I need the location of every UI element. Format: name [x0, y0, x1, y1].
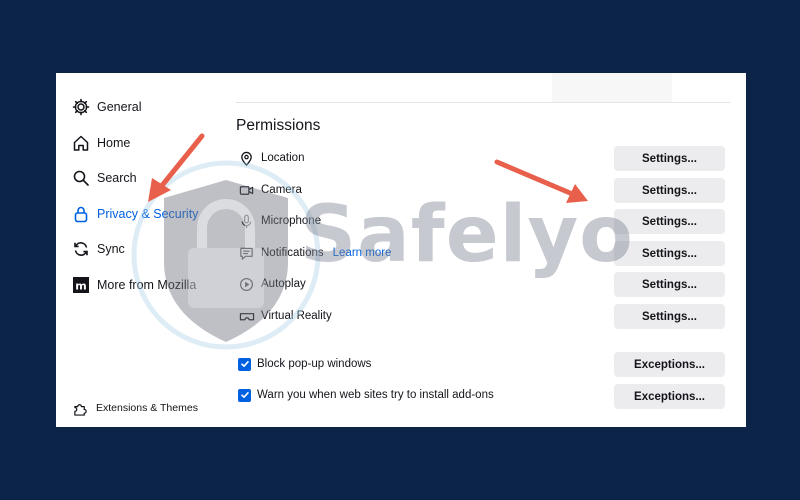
sidebar-item-label: Search — [97, 171, 137, 185]
permission-label: Microphone — [261, 215, 322, 227]
notifications-settings-button[interactable]: Settings... — [614, 241, 725, 266]
sidebar-item-privacy-security[interactable]: Privacy & Security — [71, 202, 198, 226]
location-icon — [238, 150, 255, 167]
checkmark-icon — [240, 361, 249, 367]
learn-more-link[interactable]: Learn more — [333, 247, 392, 259]
permission-row-camera: Camera — [238, 179, 302, 201]
microphone-settings-button[interactable]: Settings... — [614, 209, 725, 234]
lock-icon — [71, 204, 91, 224]
block-popups-checkbox[interactable] — [238, 357, 251, 371]
permission-row-location: Location — [238, 147, 304, 169]
sidebar-item-label: General — [97, 100, 142, 114]
search-icon — [71, 168, 91, 188]
search-preferences-box[interactable] — [552, 73, 672, 103]
virtual-reality-settings-button[interactable]: Settings... — [614, 304, 725, 329]
extensions-themes-link[interactable]: Extensions & Themes — [73, 398, 198, 418]
puzzle-icon — [73, 400, 89, 416]
permission-label: Location — [261, 152, 305, 164]
permission-row-notifications: Notifications Learn more — [238, 242, 391, 264]
sidebar-item-label: Privacy & Security — [97, 207, 199, 221]
permission-row-virtual-reality: Virtual Reality — [238, 305, 332, 327]
permission-label: Camera — [261, 184, 302, 196]
autoplay-settings-button[interactable]: Settings... — [614, 272, 725, 297]
checkmark-icon — [240, 392, 249, 398]
sidebar-item-label: Sync — [97, 242, 125, 256]
autoplay-icon — [238, 276, 255, 293]
preferences-window: General Home Search Privacy & Security S… — [56, 73, 746, 427]
popup-exceptions-button[interactable]: Exceptions... — [614, 352, 725, 377]
sidebar-item-search[interactable]: Search — [71, 166, 137, 190]
warn-addons-row: Warn you when web sites try to install a… — [238, 385, 494, 405]
sidebar-item-general[interactable]: General — [71, 95, 141, 119]
location-settings-button[interactable]: Settings... — [614, 146, 725, 171]
sync-icon — [71, 239, 91, 259]
sidebar-item-sync[interactable]: Sync — [71, 237, 125, 261]
permission-row-autoplay: Autoplay — [238, 273, 306, 295]
gear-icon — [71, 97, 91, 117]
mozilla-icon: m — [71, 275, 91, 295]
warn-addons-checkbox[interactable] — [238, 388, 251, 402]
vr-icon — [238, 308, 255, 325]
permission-row-microphone: Microphone — [238, 210, 321, 232]
block-popups-row: Block pop-up windows — [238, 354, 371, 374]
block-popups-label: Block pop-up windows — [257, 358, 372, 370]
microphone-icon — [238, 213, 255, 230]
camera-icon — [238, 182, 255, 199]
header-divider — [236, 102, 730, 103]
sidebar-item-home[interactable]: Home — [71, 131, 130, 155]
svg-text:m: m — [75, 279, 86, 292]
sidebar-item-label: More from Mozilla — [97, 278, 197, 292]
sidebar-item-label: Home — [97, 136, 131, 150]
permission-label: Notifications — [261, 247, 324, 259]
permission-label: Autoplay — [261, 278, 306, 290]
warn-addons-label: Warn you when web sites try to install a… — [257, 389, 494, 401]
camera-settings-button[interactable]: Settings... — [614, 178, 725, 203]
permissions-title: Permissions — [236, 117, 321, 134]
notification-icon — [238, 245, 255, 262]
sidebar-item-more-from-mozilla[interactable]: m More from Mozilla — [71, 273, 196, 297]
permission-label: Virtual Reality — [261, 310, 332, 322]
extensions-themes-label: Extensions & Themes — [96, 402, 198, 414]
home-icon — [71, 133, 91, 153]
addons-exceptions-button[interactable]: Exceptions... — [614, 384, 725, 409]
